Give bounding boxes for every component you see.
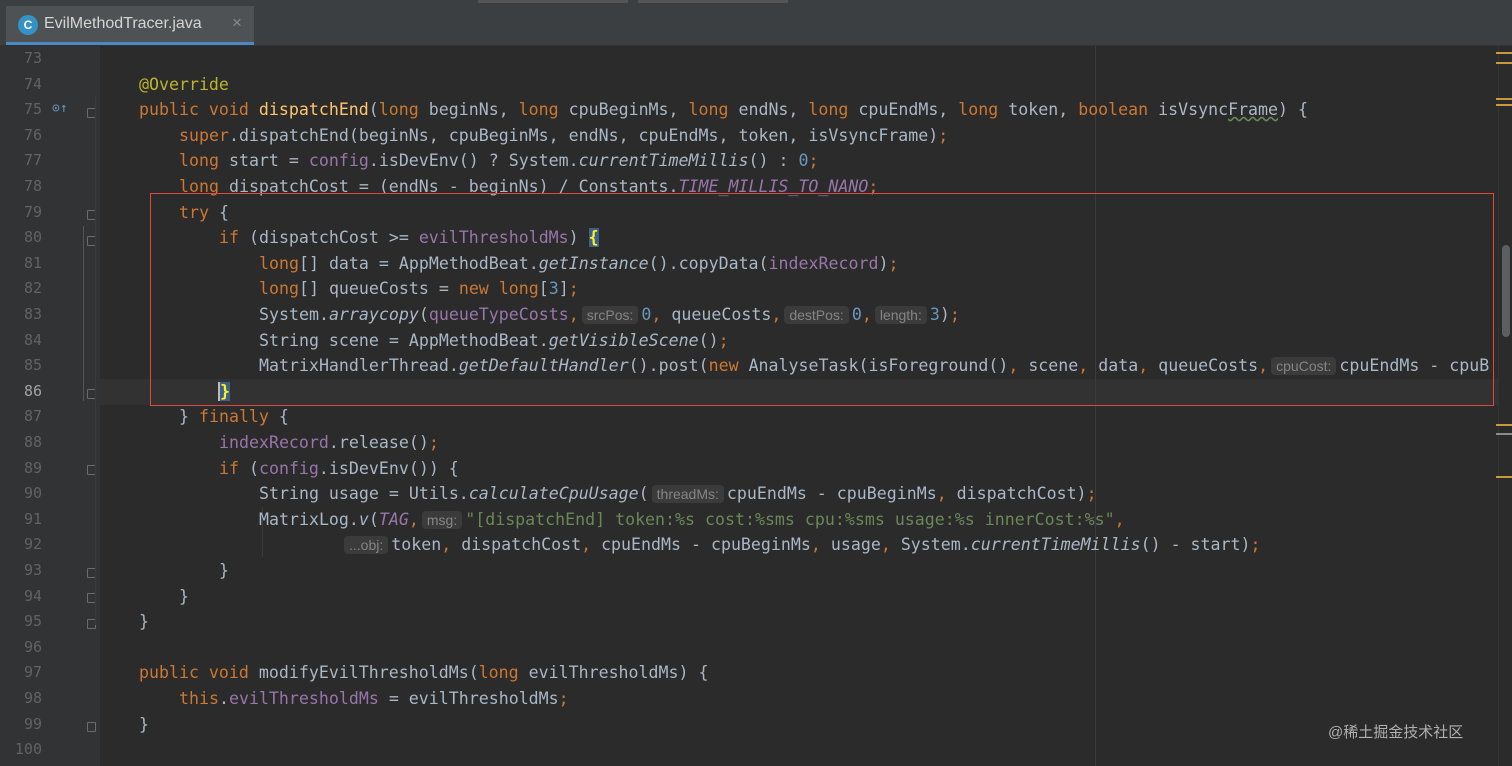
line-number: 98	[23, 689, 42, 707]
line-number: 100	[14, 740, 42, 759]
code-line-93: }	[219, 561, 229, 580]
line-number: 83	[23, 305, 42, 323]
fold-icon[interactable]	[87, 722, 96, 732]
line-number: 88	[23, 433, 42, 451]
code-line-76: super.dispatchEnd(beginNs, cpuBeginMs, e…	[179, 126, 949, 145]
warning-marker[interactable]	[1496, 62, 1512, 64]
code-line-95: }	[139, 612, 149, 631]
warning-marker[interactable]	[1496, 98, 1512, 100]
editor-tab-bar: C EvilMethodTracer.java ×	[0, 0, 1512, 46]
java-class-icon: C	[18, 15, 38, 35]
line-number: 90	[23, 484, 42, 503]
line-number: 79	[23, 202, 42, 221]
code-line-77: long start = config.isDevEnv() ? System.…	[179, 151, 819, 170]
tab-filename: EvilMethodTracer.java	[44, 15, 202, 32]
line-number: 84	[23, 330, 42, 349]
code-line-91: MatrixLog.v(TAG, msg: "[dispatchEnd] token…	[259, 510, 1125, 529]
code-line-88: indexRecord.release();	[219, 433, 439, 452]
code-line-92: ...obj: token, dispatchCost, cpuEndMs - c…	[341, 532, 1261, 558]
watermark: @稀土掘金技术社区	[1328, 724, 1464, 741]
indent-guide	[95, 95, 96, 625]
vertical-scrollbar[interactable]	[1498, 46, 1512, 766]
highlight-annotation-box	[150, 193, 1494, 406]
line-number: 82	[23, 279, 42, 298]
line-number: 85	[23, 356, 42, 375]
code-line-90: String usage = Utils.calculateCpuUsage(t…	[259, 484, 1097, 503]
line-number: 89	[23, 458, 42, 477]
top-scroll-indicator-2	[638, 0, 788, 3]
close-icon[interactable]: ×	[232, 13, 242, 33]
line-number: 96	[23, 637, 42, 656]
param-hint: ...obj:	[344, 536, 389, 554]
scrollbar-thumb[interactable]	[1502, 245, 1510, 337]
warning-marker[interactable]	[1496, 104, 1512, 106]
line-number: 86	[23, 381, 42, 400]
warning-marker[interactable]	[1496, 52, 1512, 54]
line-number: 93	[23, 561, 42, 579]
code-line-94: }	[179, 587, 189, 606]
line-number: 95	[23, 612, 42, 631]
line-number: 74	[23, 74, 42, 93]
code-line-87: } finally {	[179, 407, 289, 426]
line-number: 76	[23, 125, 42, 144]
line-number: 73	[23, 49, 42, 67]
override-method-icon[interactable]: ⊙↑	[52, 101, 68, 116]
code-line-74: @Override	[139, 75, 229, 94]
code-editor[interactable]: @Override public void dispatchEnd(long b…	[100, 46, 1498, 766]
line-number: 81	[23, 253, 42, 272]
line-number: 87	[23, 407, 42, 426]
indent-guide	[83, 226, 84, 401]
code-line-89: if (config.isDevEnv()) {	[219, 459, 459, 478]
line-number: 80	[23, 228, 42, 247]
code-line-97: public void modifyEvilThresholdMs(long e…	[139, 663, 709, 682]
line-number: 92	[23, 535, 42, 554]
warning-marker[interactable]	[1496, 424, 1512, 426]
line-number: 75	[23, 100, 42, 119]
param-hint: msg:	[421, 511, 463, 529]
code-line-75: public void dispatchEnd(long beginNs, lo…	[139, 100, 1309, 119]
info-marker[interactable]	[1496, 433, 1512, 435]
warning-marker[interactable]	[1496, 476, 1512, 478]
code-line-99: }	[139, 715, 149, 734]
line-number: 97	[23, 663, 42, 682]
top-scroll-indicator	[478, 0, 628, 3]
code-line-98: this.evilThresholdMs = evilThresholdMs;	[179, 689, 569, 708]
line-number: 99	[23, 714, 42, 733]
line-number: 77	[23, 151, 42, 170]
line-number: 91	[23, 509, 42, 528]
line-number: 78	[23, 177, 42, 195]
tab-evilmethodtracer[interactable]: C EvilMethodTracer.java ×	[6, 6, 254, 45]
line-number: 94	[23, 586, 42, 605]
param-hint: threadMs:	[651, 485, 724, 503]
